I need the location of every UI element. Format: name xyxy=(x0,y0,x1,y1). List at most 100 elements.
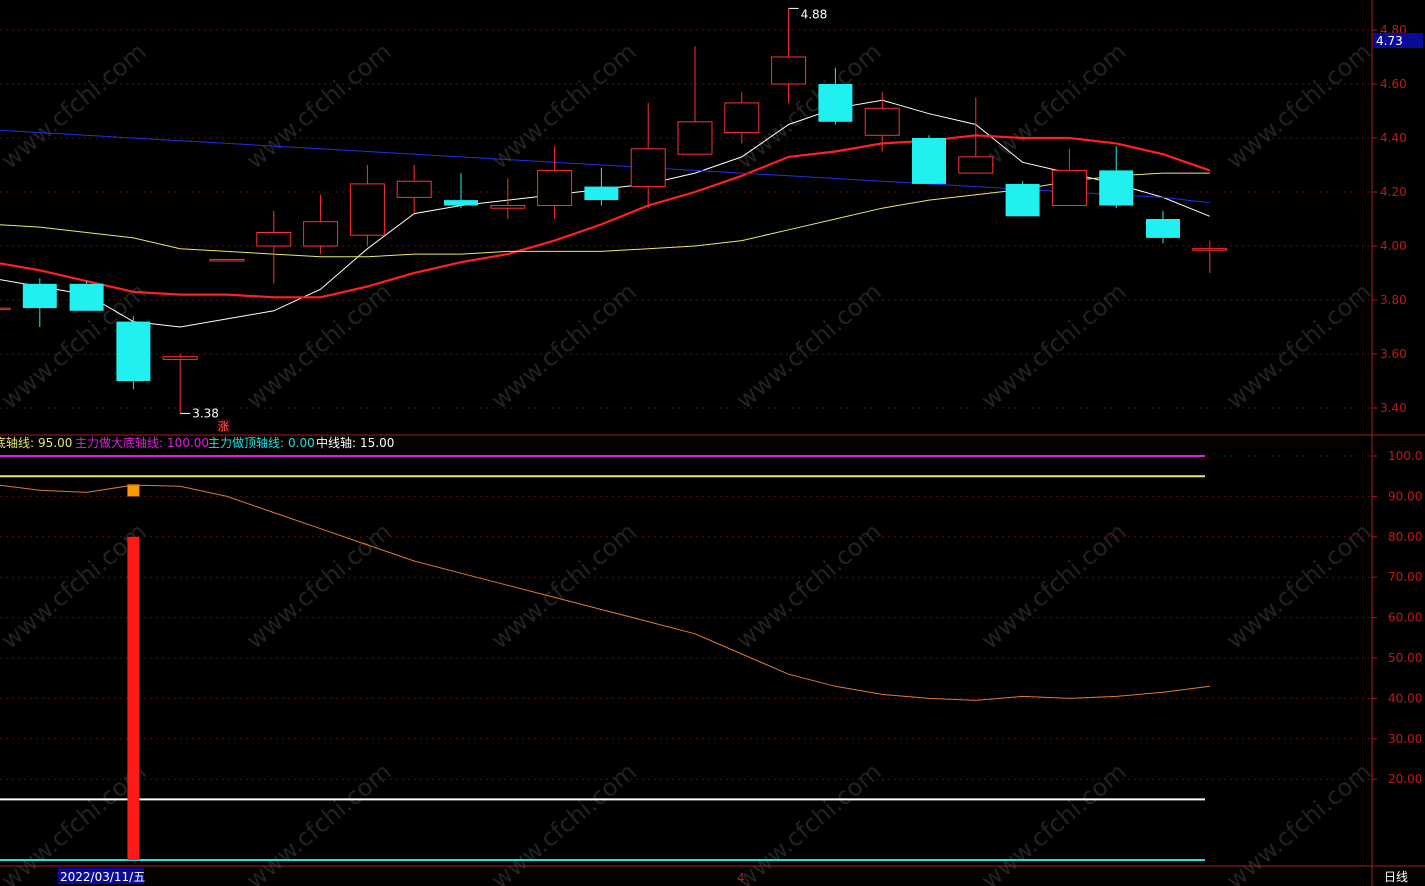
price-tick-label: 4.60 xyxy=(1380,77,1407,91)
candle-body xyxy=(303,221,339,247)
candle-body xyxy=(396,180,432,198)
candle xyxy=(537,146,573,219)
candle-body xyxy=(209,259,245,262)
candle-body xyxy=(584,186,619,201)
candle-body xyxy=(537,169,573,206)
candle-body xyxy=(490,205,526,209)
watermark-text: www.cfchi.com xyxy=(1221,757,1377,886)
candle xyxy=(1051,148,1087,206)
candle-body xyxy=(677,121,713,155)
candle xyxy=(22,278,57,327)
indicator-tick-label: 80.00 xyxy=(1388,530,1422,544)
legend-mid-value: 15.00 xyxy=(360,436,394,450)
rise-marker: 涨 xyxy=(218,420,229,433)
indicator-tick-label: 100.0 xyxy=(1388,449,1422,463)
watermark-text: www.cfchi.com xyxy=(241,37,397,174)
watermark-text: www.cfchi.com xyxy=(731,517,887,654)
indicator-tick-label: 70.00 xyxy=(1388,570,1422,584)
watermark-text: www.cfchi.com xyxy=(241,757,397,886)
legend-big-bottom-label: 主力做大底轴线: xyxy=(75,435,163,450)
candle xyxy=(771,8,807,103)
legend-top-value: 0.00 xyxy=(288,436,315,450)
candle xyxy=(444,173,478,209)
candle xyxy=(256,210,292,284)
candle-body xyxy=(771,56,807,85)
candle xyxy=(912,135,946,184)
candle xyxy=(209,259,245,262)
watermark-text: www.cfchi.com xyxy=(0,37,152,174)
watermark-text: www.cfchi.com xyxy=(241,517,397,654)
indicator-legend: 底轴线: 95.00 主力做大底轴线: 100.00 主力做顶轴线: 0.00 中线轴… xyxy=(0,435,394,450)
watermark-text: www.cfchi.com xyxy=(1221,517,1377,654)
candle xyxy=(1005,181,1040,217)
watermark-layer: www.cfchi.com www.cfchi.com www.cfchi.com w… xyxy=(0,37,1377,886)
period-label[interactable]: 日线 xyxy=(1384,870,1408,884)
watermark-text: www.cfchi.com xyxy=(731,277,887,414)
watermark-text: www.cfchi.com xyxy=(486,277,642,414)
candle xyxy=(303,194,339,255)
date-label: 2022/03/11/五 xyxy=(60,870,145,884)
candle-body xyxy=(349,183,385,236)
legend-bottom-label: 底轴线: xyxy=(0,435,34,450)
watermark-text: www.cfchi.com xyxy=(486,757,642,886)
signal-bar xyxy=(127,536,140,860)
candle-body xyxy=(1192,248,1228,251)
legend-item-mid-axis: 中线轴: 15.00 xyxy=(316,435,394,450)
price-tick-label: 3.40 xyxy=(1380,401,1407,415)
candle xyxy=(1192,240,1228,273)
month-label: 4 xyxy=(737,871,745,885)
candle-body xyxy=(958,156,994,174)
candle-body xyxy=(0,307,11,311)
watermark-text: www.cfchi.com xyxy=(1221,277,1377,414)
price-tick-label: 3.60 xyxy=(1380,347,1407,361)
candle-body xyxy=(69,283,104,311)
candle-body xyxy=(864,107,900,136)
candle xyxy=(584,167,619,206)
indicator-tick-label: 90.00 xyxy=(1388,489,1422,503)
candle-body xyxy=(1005,183,1040,217)
candle-body xyxy=(1099,170,1134,206)
indicator-tick-label: 50.00 xyxy=(1388,651,1422,665)
candle xyxy=(116,316,151,390)
watermark-text: www.cfchi.com xyxy=(976,277,1132,414)
watermark-text: www.cfchi.com xyxy=(1221,37,1377,174)
current-price-label: 4.73 xyxy=(1376,34,1403,48)
watermark-text: www.cfchi.com xyxy=(976,517,1132,654)
candle xyxy=(69,281,104,311)
stock-chart: www.cfchi.com www.cfchi.com www.cfchi.com w… xyxy=(0,0,1425,886)
candle xyxy=(349,165,385,246)
price-tick-label: 3.80 xyxy=(1380,293,1407,307)
watermark-text: www.cfchi.com xyxy=(976,757,1132,886)
price-tick-label: 4.20 xyxy=(1380,185,1407,199)
indicator-tick-label: 40.00 xyxy=(1388,691,1422,705)
indicator-axis-ticks: 100.0 90.00 80.00 70.00 60.00 50.00 40.00 30.00… xyxy=(1372,449,1422,786)
candle xyxy=(1099,146,1134,209)
legend-item-top-axis: 主力做顶轴线: 0.00 xyxy=(208,435,315,450)
high-label: 4.88 xyxy=(801,7,828,21)
candle-body xyxy=(256,232,292,247)
candle xyxy=(162,354,198,414)
candle-body xyxy=(1051,169,1087,206)
candle-body xyxy=(162,356,198,360)
watermark-text: www.cfchi.com xyxy=(486,37,642,174)
candle-body xyxy=(912,138,946,184)
candle xyxy=(1146,210,1180,244)
candle-body xyxy=(444,200,478,206)
legend-item-bottom-axis: 底轴线: 95.00 xyxy=(0,435,72,450)
candle-body xyxy=(818,84,853,122)
candle-body xyxy=(1146,219,1180,238)
legend-mid-label: 中线轴: xyxy=(316,435,356,450)
indicator-tick-label: 20.00 xyxy=(1388,772,1422,786)
price-tick-label: 4.00 xyxy=(1380,239,1407,253)
high-annotation: 4.88 xyxy=(788,7,828,21)
low-label: 3.38 xyxy=(192,406,219,420)
candle xyxy=(677,46,713,155)
price-axis-ticks: 4.804.604.404.204.003.803.603.40 xyxy=(1372,23,1407,415)
candle-body xyxy=(116,321,151,381)
legend-bottom-value: 95.00 xyxy=(38,436,72,450)
watermark-text: www.cfchi.com xyxy=(731,757,887,886)
candle-body xyxy=(630,148,666,188)
price-tick-label: 4.40 xyxy=(1380,131,1407,145)
candle-body xyxy=(724,102,760,134)
legend-item-big-bottom-axis: 主力做大底轴线: 100.00 xyxy=(75,435,209,450)
